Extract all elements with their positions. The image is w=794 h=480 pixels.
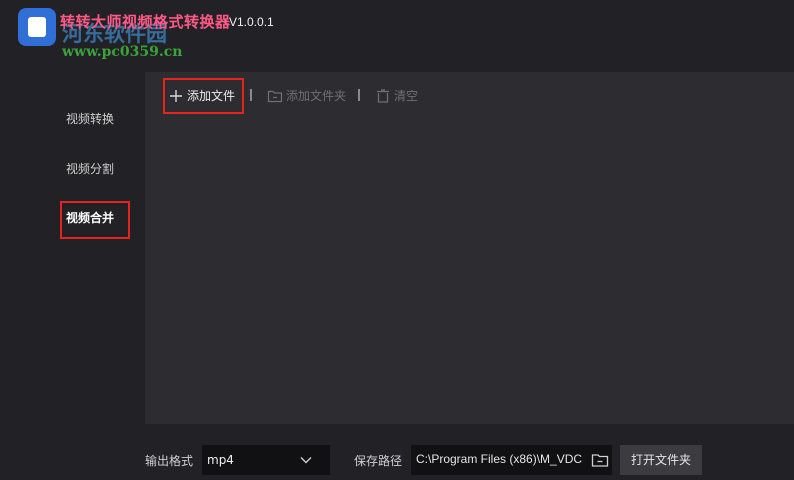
chevron-down-icon xyxy=(300,457,312,464)
output-format-select[interactable]: mp4 xyxy=(202,445,330,475)
sidebar-item-video-convert[interactable]: 视频转换 xyxy=(66,109,114,129)
add-folder-button[interactable]: 添加文件夹 xyxy=(267,86,346,106)
file-list-panel[interactable]: 添加文件 添加文件夹 清空 xyxy=(145,72,794,424)
toolbar: 添加文件 添加文件夹 清空 xyxy=(145,72,794,116)
sidebar: 视频转换 视频分割 视频合并 xyxy=(0,72,145,480)
add-file-button[interactable]: 添加文件 xyxy=(168,86,235,106)
sidebar-item-video-merge[interactable]: 视频合并 xyxy=(66,208,114,228)
save-path-label: 保存路径 xyxy=(354,454,403,468)
trash-icon xyxy=(377,89,389,103)
plus-icon xyxy=(170,90,182,102)
output-format-value: mp4 xyxy=(207,453,234,467)
app-logo-icon xyxy=(18,8,56,46)
open-folder-button[interactable]: 打开文件夹 xyxy=(620,445,702,475)
sidebar-item-video-split[interactable]: 视频分割 xyxy=(66,159,114,179)
clear-button[interactable]: 清空 xyxy=(375,86,418,106)
app-title: 转转大师视频格式转换器 xyxy=(60,13,231,31)
toolbar-divider xyxy=(250,89,252,101)
watermark-url: www.pc0359.cn xyxy=(62,44,183,60)
browse-folder-icon[interactable] xyxy=(591,451,609,469)
title-bar: 河东软件园 转转大师视频格式转换器 V1.0.0.1 www.pc0359.cn xyxy=(0,0,794,72)
add-folder-label: 添加文件夹 xyxy=(286,89,347,103)
toolbar-divider xyxy=(358,89,360,101)
save-path-field[interactable]: C:\Program Files (x86)\M_VDC xyxy=(411,445,612,475)
output-format-label: 输出格式 xyxy=(145,454,194,468)
clear-label: 清空 xyxy=(394,89,419,103)
bottom-bar: 输出格式 mp4 保存路径 C:\Program Files (x86)\M_V… xyxy=(145,424,794,480)
folder-icon xyxy=(267,90,283,103)
app-version: V1.0.0.1 xyxy=(229,15,274,29)
add-file-label: 添加文件 xyxy=(187,89,236,103)
